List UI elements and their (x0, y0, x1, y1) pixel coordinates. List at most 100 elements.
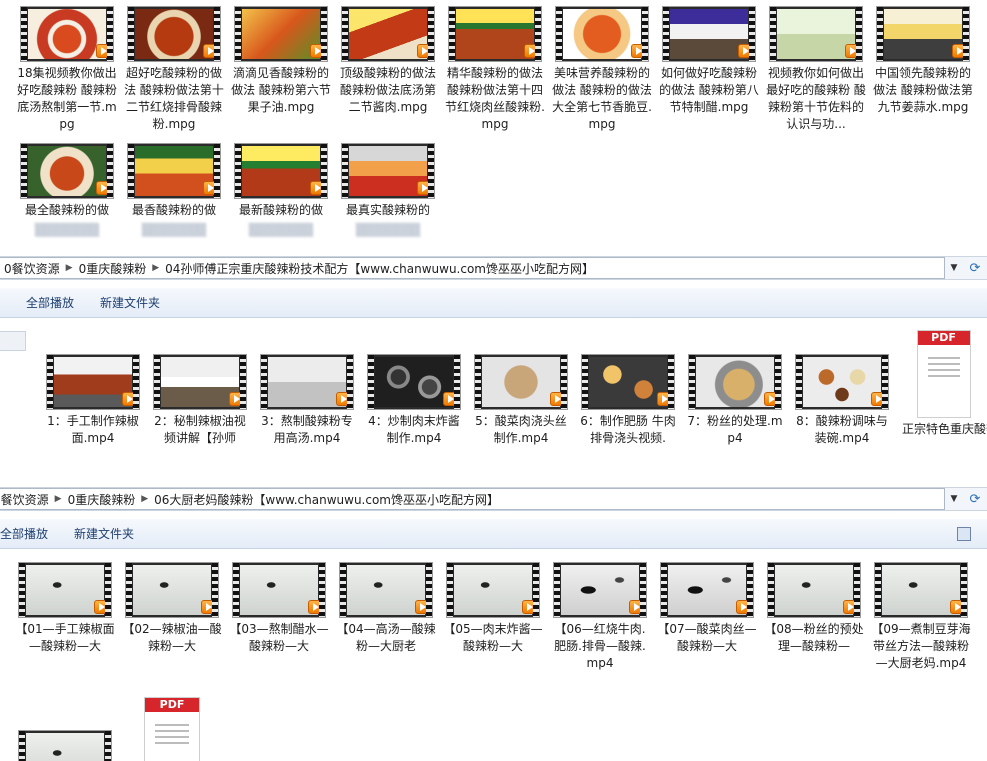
breadcrumb-item[interactable]: 0重庆酸辣粉 (68, 491, 136, 508)
breadcrumb-item[interactable]: 0重庆酸辣粉 (79, 260, 147, 277)
video-thumbnail (446, 562, 540, 618)
video-file-item[interactable]: 【07—酸菜肉丝—酸辣粉—大 (654, 562, 760, 655)
video-thumbnail (234, 6, 328, 62)
video-file-item[interactable]: 18集视频教你做出好吃酸辣粉 酸辣粉底汤熬制第一节.mpg (14, 6, 120, 133)
play-icon (310, 181, 324, 195)
video-file-item[interactable]: 【01—手工辣椒面—酸辣粉—大 (12, 562, 118, 655)
breadcrumb-item[interactable]: 0餐饮资源 (0, 491, 49, 508)
thumbnail-frame (563, 9, 641, 59)
video-file-item[interactable]: 【03—熬制醋水—酸辣粉—大 (226, 562, 332, 655)
thumbnail-frame (26, 565, 104, 615)
video-file-item[interactable]: 6：制作肥肠 牛肉 排骨浇头视频. (575, 354, 681, 447)
video-thumbnail (795, 354, 889, 410)
nav-pane-toggle[interactable] (0, 331, 26, 351)
video-file-item[interactable]: 1：手工制作辣椒面.mp4 (40, 354, 146, 447)
history-dropdown-icon[interactable]: ▼ (945, 494, 963, 504)
new-folder-button[interactable]: 新建文件夹 (61, 525, 147, 542)
video-file-item[interactable]: 【06—红烧牛肉.肥肠.排骨—酸辣.mp4 (547, 562, 653, 672)
thumbnail-frame (133, 565, 211, 615)
thumbnail-frame (28, 146, 106, 196)
video-file-item[interactable]: 超好吃酸辣粉的做法 酸辣粉做法第十二节红烧排骨酸辣粉.mpg (121, 6, 227, 133)
breadcrumb-item[interactable]: 0餐饮资源 (4, 260, 60, 277)
thumbnail-frame (268, 357, 346, 407)
thumbnail-frame (775, 565, 853, 615)
file-name-label-obscured: ▒▒▒▒▒▒▒ (248, 223, 314, 237)
play-icon (843, 600, 857, 614)
play-icon (203, 181, 217, 195)
video-file-item[interactable]: 【09—煮制豆芽海带丝方法—酸辣粉—大厨老妈.mp4 (868, 562, 974, 672)
file-name-label: 美味营养酸辣粉的做法 酸辣粉的做法大全第七节香脆豆.mpg (552, 66, 652, 131)
video-file-item[interactable]: 滴滴见香酸辣粉的做法 酸辣粉第六节果子油.mpg (228, 6, 334, 116)
new-folder-button[interactable]: 新建文件夹 (87, 294, 173, 311)
thumbnail-frame (454, 565, 532, 615)
thumbnail-frame (349, 146, 427, 196)
video-file-item[interactable]: 最新酸辣粉的做 ▒▒▒▒▒▒▒ (228, 143, 334, 239)
video-thumbnail (18, 730, 112, 761)
play-icon (550, 392, 564, 406)
video-file-item[interactable]: 最真实酸辣粉的 ▒▒▒▒▒▒▒ (335, 143, 441, 239)
refresh-icon[interactable]: ⟳ (963, 257, 987, 279)
refresh-icon[interactable]: ⟳ (963, 488, 987, 510)
breadcrumb[interactable]: 0餐饮资源 ▶ 0重庆酸辣粉 ▶ 06大厨老妈酸辣粉【www.chanwuwu.… (0, 488, 945, 510)
video-thumbnail (367, 354, 461, 410)
video-thumbnail (876, 6, 970, 62)
play-all-button[interactable]: 全部播放 (0, 294, 87, 311)
pdf-file-item[interactable]: PDF (144, 697, 200, 761)
video-thumbnail (581, 354, 675, 410)
video-file-item[interactable]: 最香酸辣粉的做 ▒▒▒▒▒▒▒ (121, 143, 227, 239)
thumbnail-frame (242, 9, 320, 59)
video-file-item[interactable]: 3：熬制酸辣粉专用高汤.mp4 (254, 354, 360, 447)
video-file-item[interactable]: 4：炒制肉末炸酱制作.mp4 (361, 354, 467, 447)
video-file-item[interactable]: 中国领先酸辣粉的做法 酸辣粉做法第九节姜蒜水.mpg (870, 6, 976, 116)
video-thumbnail (339, 562, 433, 618)
file-name-label: 超好吃酸辣粉的做法 酸辣粉做法第十二节红烧排骨酸辣粉.mpg (124, 66, 224, 131)
video-thumbnail (341, 6, 435, 62)
video-file-item[interactable]: 【08—粉丝的预处理—酸辣粉— (761, 562, 867, 655)
video-file-item[interactable]: 最全酸辣粉的做 ▒▒▒▒▒▒▒ (14, 143, 120, 239)
video-file-item[interactable] (12, 730, 118, 761)
video-thumbnail (153, 354, 247, 410)
video-file-item[interactable]: 8：酸辣粉调味与装碗.mp4 (789, 354, 895, 447)
video-thumbnail (127, 6, 221, 62)
video-thumbnail (874, 562, 968, 618)
chevron-right-icon[interactable]: ▶ (141, 494, 148, 504)
address-bar[interactable]: 0餐饮资源 ▶ 0重庆酸辣粉 ▶ 06大厨老妈酸辣粉【www.chanwuwu.… (0, 487, 987, 511)
video-file-item[interactable]: 精华酸辣粉的做法 酸辣粉做法第十四节红烧肉丝酸辣粉.mpg (442, 6, 548, 133)
play-icon (657, 392, 671, 406)
video-thumbnail (448, 6, 542, 62)
view-options-icon[interactable] (957, 526, 971, 541)
pdf-file-item[interactable]: PDF 正宗特色重庆酸辣粉配方资料比 (900, 330, 987, 438)
play-icon (336, 392, 350, 406)
thumbnail-frame (884, 9, 962, 59)
thumbnail-frame (456, 9, 534, 59)
video-file-item[interactable]: 顶级酸辣粉的做法 酸辣粉做法底汤第二节酱肉.mpg (335, 6, 441, 116)
chevron-right-icon[interactable]: ▶ (152, 263, 159, 273)
file-name-label: 6：制作肥肠 牛肉 排骨浇头视频. (580, 414, 676, 445)
chevron-right-icon[interactable]: ▶ (55, 494, 62, 504)
video-file-item[interactable]: 美味营养酸辣粉的做法 酸辣粉的做法大全第七节香脆豆.mpg (549, 6, 655, 133)
breadcrumb-item[interactable]: 06大厨老妈酸辣粉【www.chanwuwu.com馋巫巫小吃配方网】 (154, 491, 499, 508)
play-icon (629, 600, 643, 614)
breadcrumb-item[interactable]: 04孙师傅正宗重庆酸辣粉技术配方【www.chanwuwu.com馋巫巫小吃配方… (165, 260, 594, 277)
video-file-item[interactable]: 7：粉丝的处理.mp4 (682, 354, 788, 447)
video-file-item[interactable]: 【04—高汤—酸辣粉—大厨老 (333, 562, 439, 655)
pdf-badge: PDF (917, 331, 970, 345)
thumbnail-frame (135, 9, 213, 59)
video-thumbnail (660, 562, 754, 618)
video-file-item[interactable]: 视频教你如何做出最好吃的酸辣粉 酸辣粉第十节佐料的认识与功... (763, 6, 869, 133)
breadcrumb[interactable]: 0餐饮资源 ▶ 0重庆酸辣粉 ▶ 04孙师傅正宗重庆酸辣粉技术配方【www.ch… (0, 257, 945, 279)
chevron-right-icon[interactable]: ▶ (66, 263, 73, 273)
file-name-label: 【07—酸菜肉丝—酸辣粉—大 (657, 622, 757, 653)
video-file-item[interactable]: 【05—肉末炸酱—酸辣粉—大 (440, 562, 546, 655)
video-file-item[interactable]: 5：酸菜肉浇头丝制作.mp4 (468, 354, 574, 447)
video-file-item[interactable]: 如何做好吃酸辣粉的做法 酸辣粉第八节特制醋.mpg (656, 6, 762, 116)
play-icon (229, 392, 243, 406)
thumbnail-frame (777, 9, 855, 59)
video-thumbnail (127, 143, 221, 199)
video-file-item[interactable]: 2：秘制辣椒油视频讲解【孙师 (147, 354, 253, 447)
history-dropdown-icon[interactable]: ▼ (945, 263, 963, 273)
address-bar[interactable]: 0餐饮资源 ▶ 0重庆酸辣粉 ▶ 04孙师傅正宗重庆酸辣粉技术配方【www.ch… (0, 256, 987, 280)
play-all-button[interactable]: 全部播放 (0, 525, 61, 542)
video-thumbnail (234, 143, 328, 199)
video-file-item[interactable]: 【02—辣椒油—酸辣粉—大 (119, 562, 225, 655)
